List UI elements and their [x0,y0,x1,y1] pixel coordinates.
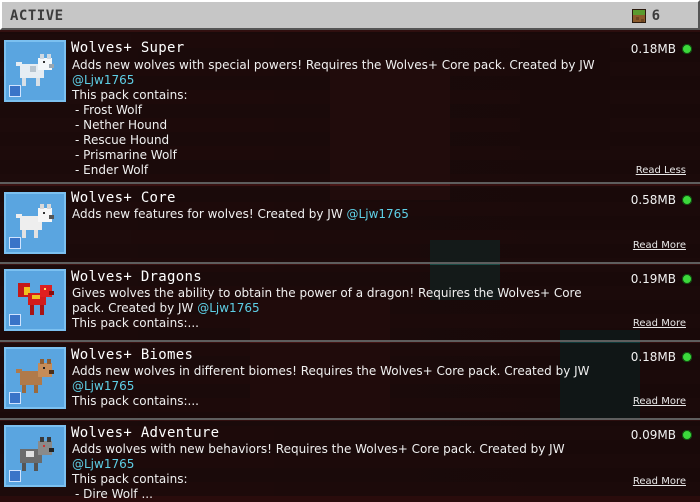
pack-description: Adds wolves with new behaviors! Requires… [72,442,612,502]
pack-title: Wolves+ Biomes [71,347,194,363]
active-status-icon [682,274,692,284]
read-more-link[interactable]: Read More [633,476,686,487]
pack-description-text: Adds new features for wolves! Created by… [72,207,343,221]
pack-size: 0.58MB [630,193,676,207]
pack-description-text: Adds new wolves in different biomes! Req… [72,364,590,378]
read-less-link[interactable]: Read Less [636,165,686,176]
pack-count-indicator: 6 [631,8,660,24]
divider [0,262,700,264]
contents-heading: This pack contains:... [72,394,199,408]
pack-description: Adds new wolves in different biomes! Req… [72,364,612,409]
author-handle[interactable]: @Ljw1765 [197,301,259,315]
pack-description-text: Adds wolves with new behaviors! Requires… [72,442,565,456]
pack-description: Adds new features for wolves! Created by… [72,207,612,222]
platform-badge-icon [9,85,21,97]
contents-heading: This pack contains: [72,472,188,486]
pack-size: 0.09MB [630,428,676,442]
pack-size: 0.18MB [630,350,676,364]
active-pack-list: Wolves+ Super Adds new wolves with speci… [0,30,700,501]
dire-wolf-icon [4,425,66,487]
platform-badge-icon [9,392,21,404]
pack-description: Adds new wolves with special powers! Req… [72,58,612,178]
active-status-icon [682,44,692,54]
pack-count: 6 [651,8,660,24]
read-more-link[interactable]: Read More [633,240,686,251]
divider [0,182,700,184]
red-dragon-wolf-icon [4,269,66,331]
contents-item: - Prismarine Wolf [75,148,177,162]
pack-title: Wolves+ Adventure [71,425,220,441]
author-handle[interactable]: @Ljw1765 [72,73,134,87]
section-title: ACTIVE [10,8,64,24]
pack-item-wolves-super[interactable]: Wolves+ Super Adds new wolves with speci… [0,32,700,184]
pack-item-wolves-biomes[interactable]: Wolves+ Biomes Adds new wolves in differ… [0,343,700,420]
pack-description-text: Adds new wolves with special powers! Req… [72,58,595,72]
author-handle[interactable]: @Ljw1765 [347,207,409,221]
divider [0,418,700,420]
platform-badge-icon [9,237,21,249]
pack-size: 0.18MB [630,42,676,56]
contents-item: - Nether Hound [75,118,168,132]
pack-description-text: Gives wolves the ability to obtain the p… [72,286,582,315]
frost-wolf-icon [4,40,66,102]
read-more-link[interactable]: Read More [633,318,686,329]
divider [0,340,700,342]
platform-badge-icon [9,470,21,482]
pack-title: Wolves+ Dragons [71,269,202,285]
pack-title: Wolves+ Super [71,40,185,56]
contents-heading: This pack contains: [72,88,188,102]
pack-item-wolves-dragons[interactable]: Wolves+ Dragons Gives wolves the ability… [0,265,700,342]
contents-item: - Dire Wolf ... [75,487,153,501]
pack-description: Gives wolves the ability to obtain the p… [72,286,592,331]
white-wolf-icon [4,192,66,254]
pack-item-wolves-core[interactable]: Wolves+ Core Adds new features for wolve… [0,186,700,264]
read-more-link[interactable]: Read More [633,396,686,407]
brown-wolf-icon [4,347,66,409]
contents-item: - Ender Wolf [75,163,149,177]
pack-title: Wolves+ Core [71,190,176,206]
grass-block-icon [631,9,646,23]
contents-heading: This pack contains:... [72,316,199,330]
contents-item: - Frost Wolf [75,103,143,117]
active-status-icon [682,430,692,440]
contents-item: - Rescue Hound [75,133,170,147]
active-status-icon [682,195,692,205]
pack-item-wolves-adventure[interactable]: Wolves+ Adventure Adds wolves with new b… [0,421,700,501]
pack-size: 0.19MB [630,272,676,286]
active-status-icon [682,352,692,362]
active-header: ACTIVE 6 [0,0,700,30]
author-handle[interactable]: @Ljw1765 [72,379,134,393]
platform-badge-icon [9,314,21,326]
author-handle[interactable]: @Ljw1765 [72,457,134,471]
